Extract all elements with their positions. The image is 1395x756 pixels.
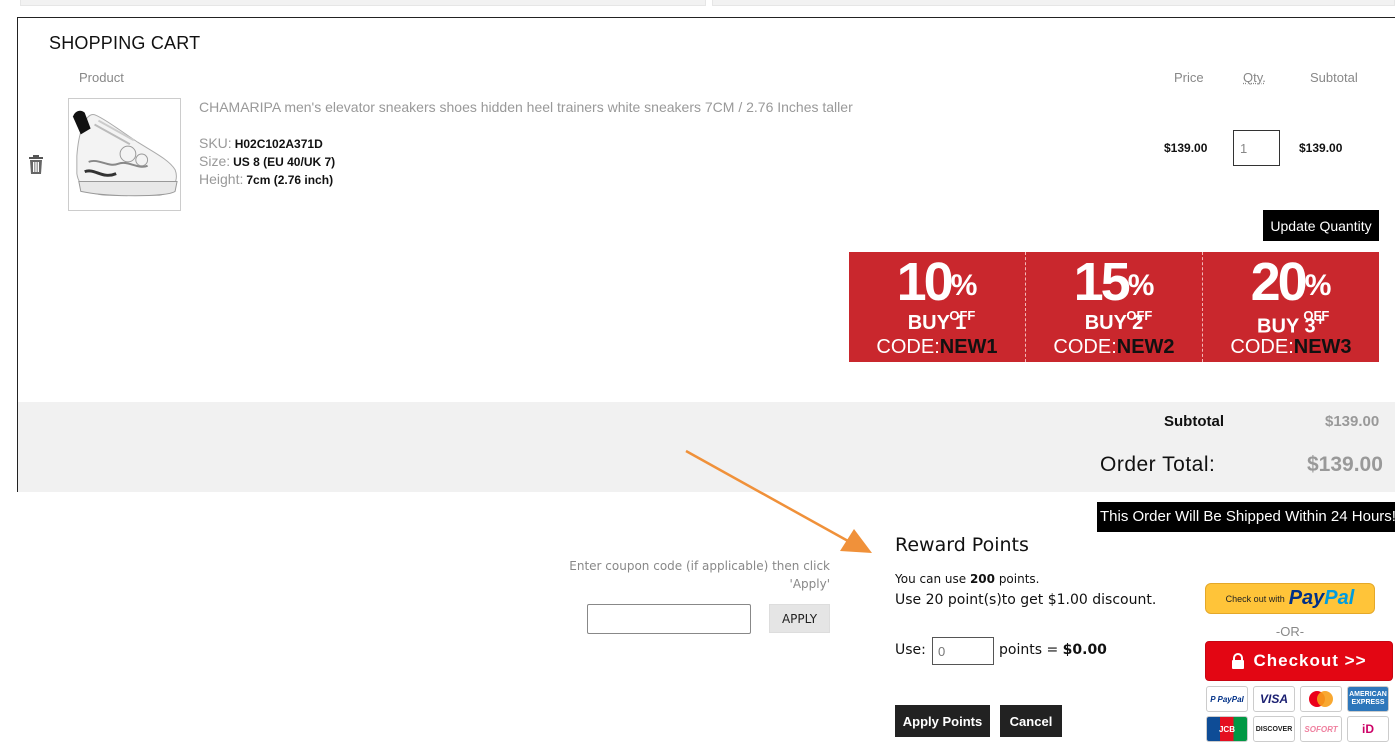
card-label: VISA [1259, 692, 1288, 706]
paypal-card-icon: P PayPal [1206, 686, 1248, 712]
promo-percent-value: 15 [1073, 252, 1131, 312]
sneaker-image [72, 110, 178, 197]
promo-code: CODE:NEW2 [1026, 336, 1202, 359]
reward-use-label: Use: [895, 642, 926, 658]
column-header-product: Product [79, 70, 124, 85]
discover-card-icon: DISCOVER [1253, 716, 1295, 742]
promo-buy-text: BUY 3 [1257, 315, 1316, 338]
shopping-cart-panel: SHOPPING CART Product Price Qty. Subtota… [17, 17, 1395, 492]
promo-tier-2: 15% OFF BUY 2 CODE:NEW2 [1026, 252, 1203, 362]
product-name-link[interactable]: CHAMARIPA men's elevator sneakers shoes … [199, 99, 853, 115]
item-subtotal: $139.00 [1299, 141, 1343, 155]
reward-available-suffix: points. [995, 572, 1040, 586]
card-label: AMERICAN EXPRESS [1349, 691, 1387, 706]
promo-code-value: NEW2 [1116, 336, 1175, 358]
coupon-input[interactable] [587, 604, 751, 634]
card-label: SOFORT [1304, 724, 1338, 734]
mastercard-icon [1300, 686, 1342, 712]
subtotal-value: $139.00 [1325, 413, 1380, 430]
reward-equivalent: points = $0.00 [999, 642, 1107, 658]
promo-plus: + [1315, 312, 1325, 329]
promo-buy-text: BUY 1 [907, 312, 967, 334]
promo-percent-value: 20 [1250, 252, 1308, 312]
reward-available-points: 200 [969, 572, 995, 586]
promo-buy-text: BUY 2 [1084, 312, 1144, 334]
jcb-card-icon: JCB [1206, 716, 1248, 742]
size-label: Size: [199, 153, 231, 169]
cart-title: SHOPPING CART [49, 33, 201, 53]
size-value: US 8 (EU 40/UK 7) [233, 155, 336, 169]
or-separator: -OR- [1275, 624, 1305, 639]
order-total-label: Order Total: [1100, 453, 1216, 476]
product-sku: SKU: H02C102A371D [199, 135, 323, 151]
reward-points-input[interactable] [932, 637, 994, 665]
paypal-logo: PayPal [1289, 587, 1355, 610]
ideal-card-icon: iD [1347, 716, 1389, 742]
apply-coupon-button[interactable]: APPLY [769, 604, 830, 633]
paypal-pay: Pay [1288, 587, 1325, 609]
height-label: Height: [199, 171, 244, 187]
update-quantity-button[interactable]: Update Quantity [1263, 210, 1379, 241]
sofort-card-icon: SOFORT [1300, 716, 1342, 742]
order-total-value: $139.00 [1307, 453, 1383, 476]
mastercard-logo [1309, 691, 1333, 707]
promo-buy: BUY 1 [849, 312, 1025, 335]
card-label: JCB [1218, 724, 1235, 734]
promo-code-value: NEW1 [939, 336, 998, 358]
subtotal-label: Subtotal [1164, 413, 1224, 430]
card-label: iD [1362, 722, 1374, 736]
paypal-small-text: Check out with [1225, 593, 1285, 604]
sku-value: H02C102A371D [234, 137, 323, 151]
trash-icon[interactable] [28, 155, 44, 174]
product-thumbnail[interactable] [68, 98, 181, 211]
promo-code: CODE:NEW3 [1203, 336, 1379, 359]
paypal-pal: Pal [1324, 587, 1355, 609]
promo-percent-value: 10 [896, 252, 954, 312]
payment-card-logos: P PayPal VISA AMERICAN EXPRESS JCB DISCO… [1206, 686, 1392, 742]
promo-code: CODE:NEW1 [849, 336, 1025, 359]
reward-points-title: Reward Points [895, 534, 1029, 556]
card-label: P PayPal [1210, 694, 1244, 704]
promo-code-value: NEW3 [1293, 336, 1352, 358]
card-label: DISCOVER [1255, 725, 1293, 733]
paypal-checkout-button[interactable]: Check out with PayPal [1205, 583, 1375, 614]
height-value: 7cm (2.76 inch) [246, 173, 334, 187]
promo-buy: BUY 2 [1026, 312, 1202, 335]
checkout-label: Checkout >> [1253, 651, 1367, 670]
shipping-banner: This Order Will Be Shipped Within 24 Hou… [1097, 502, 1395, 532]
column-header-subtotal: Subtotal [1310, 70, 1358, 85]
reward-available-prefix: You can use [895, 572, 970, 586]
top-bar-right [712, 0, 1395, 6]
column-header-qty: Qty. [1243, 70, 1266, 85]
top-bar-left [20, 0, 706, 6]
promo-code-label: CODE: [1053, 336, 1117, 358]
sku-label: SKU: [199, 135, 232, 151]
promo-percent: 10% OFF [849, 252, 1025, 323]
promo-tier-3: 20% OFF BUY 3+ CODE:NEW3 [1203, 252, 1379, 362]
promo-percent: 20% OFF [1203, 252, 1379, 323]
product-height: Height: 7cm (2.76 inch) [199, 171, 333, 187]
checkout-button[interactable]: Checkout >> [1205, 641, 1393, 681]
reward-eq-prefix: points = [999, 642, 1063, 658]
quantity-input[interactable] [1233, 130, 1280, 166]
reward-available: You can use 200 points. [895, 572, 1039, 586]
reward-conversion: Use 20 point(s)to get $1.00 discount. [895, 592, 1157, 608]
cancel-points-button[interactable]: Cancel [1000, 705, 1062, 737]
promo-percent: 15% OFF [1026, 252, 1202, 323]
promo-code-label: CODE: [876, 336, 940, 358]
coupon-hint: Enter coupon code (if applicable) then c… [569, 559, 830, 591]
visa-card-icon: VISA [1253, 686, 1295, 712]
arrow-annotation [685, 449, 872, 553]
reward-eq-value: $0.00 [1062, 642, 1107, 658]
apply-points-button[interactable]: Apply Points [895, 705, 990, 737]
promo-banner[interactable]: 10% OFF BUY 1 CODE:NEW1 15% OFF BUY 2 CODE… [849, 252, 1379, 362]
column-header-price: Price [1174, 70, 1204, 85]
amex-card-icon: AMERICAN EXPRESS [1347, 686, 1389, 712]
item-price: $139.00 [1164, 141, 1208, 155]
lock-icon [1232, 653, 1245, 669]
promo-code-label: CODE: [1230, 336, 1294, 358]
product-size: Size: US 8 (EU 40/UK 7) [199, 153, 335, 169]
promo-buy: BUY 3+ [1203, 312, 1379, 339]
promo-tier-1: 10% OFF BUY 1 CODE:NEW1 [849, 252, 1026, 362]
